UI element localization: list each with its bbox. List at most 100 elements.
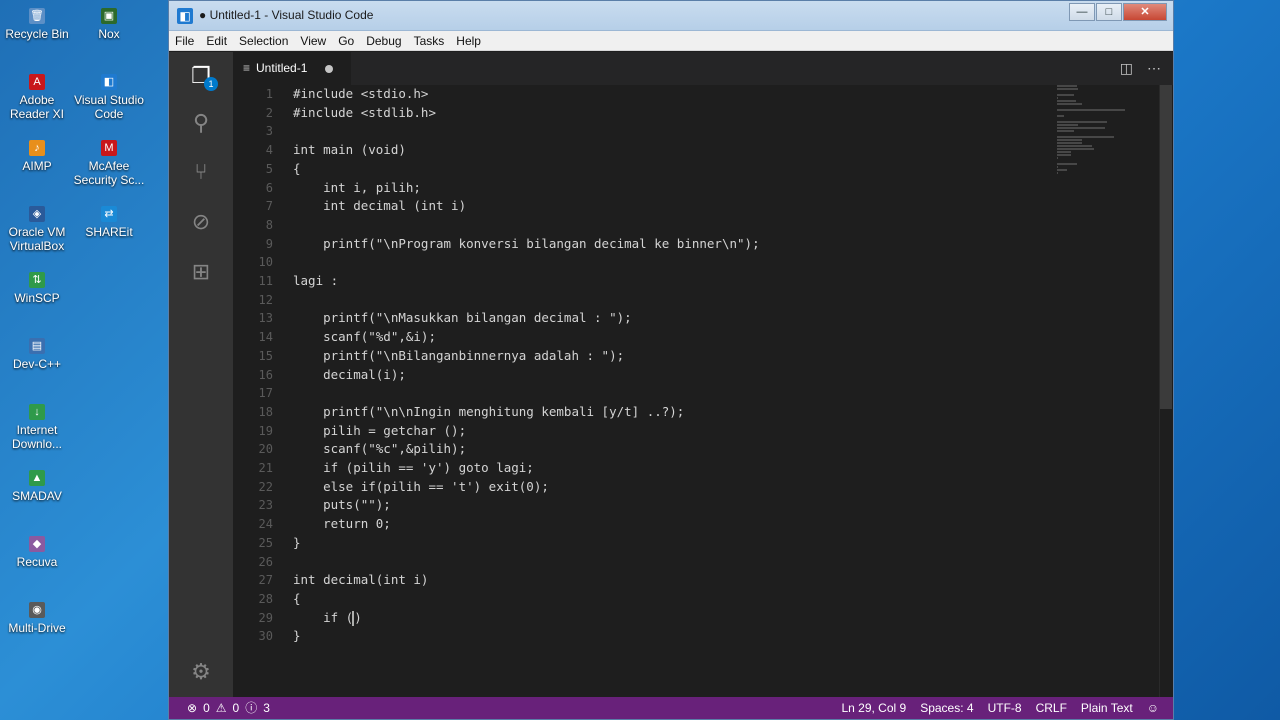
line-number: 3: [265, 124, 273, 139]
desktop-icon-nox[interactable]: ▣ Nox: [72, 8, 146, 41]
more-actions-icon[interactable]: ⋯: [1147, 60, 1161, 77]
indentation[interactable]: Spaces: 4: [920, 697, 973, 719]
cursor-position[interactable]: Ln 29, Col 9: [841, 697, 906, 719]
code-line[interactable]: 13 printf("\nMasukkan bilangan decimal :…: [233, 309, 1173, 328]
code-line[interactable]: 5{: [233, 160, 1173, 179]
desktop-icon-virtualbox[interactable]: ◈ Oracle VM VirtualBox: [0, 206, 74, 253]
menu-selection[interactable]: Selection: [233, 34, 294, 48]
code-line[interactable]: 8: [233, 216, 1173, 235]
menu-help[interactable]: Help: [450, 34, 487, 48]
menu-tasks[interactable]: Tasks: [408, 34, 451, 48]
code-line[interactable]: 27 int decimal(int i): [233, 571, 1173, 590]
code-line[interactable]: 23 puts("");: [233, 496, 1173, 515]
source-control-icon[interactable]: ⑂: [187, 158, 215, 186]
desktop-icon-label: Nox: [98, 27, 120, 41]
status-right: Ln 29, Col 9 Spaces: 4 UTF-8 CRLF Plain …: [827, 697, 1159, 719]
code-line[interactable]: 22 else if(pilih == 't') exit(0);: [233, 478, 1173, 497]
maximize-button[interactable]: □: [1096, 3, 1122, 21]
menu-debug[interactable]: Debug: [360, 34, 407, 48]
desktop-icon-label: Internet Downlo...: [11, 423, 63, 451]
line-number: 23: [258, 498, 273, 513]
desktop-icon-label: Multi-Drive: [8, 621, 66, 635]
explorer-badge: 1: [204, 77, 218, 91]
code-line[interactable]: 7 int decimal (int i): [233, 197, 1173, 216]
code-line[interactable]: 26: [233, 553, 1173, 572]
code-text: pilih = getchar ();: [293, 422, 467, 438]
code-line[interactable]: 2 #include <stdlib.h>: [233, 104, 1173, 123]
search-icon[interactable]: ⚲: [187, 109, 215, 137]
close-button[interactable]: ✕: [1123, 3, 1167, 21]
desktop-icon-label: Recycle Bin: [5, 27, 69, 41]
code-line[interactable]: 24 return 0;: [233, 515, 1173, 534]
code-line[interactable]: 20 scanf("%c",&pilih);: [233, 440, 1173, 459]
desktop-icon-aimp[interactable]: ♪ AIMP: [0, 140, 74, 173]
desktop-icon-mcafee[interactable]: M McAfee Security Sc...: [72, 140, 146, 187]
code-text: return 0;: [293, 516, 391, 532]
code-line[interactable]: 17: [233, 384, 1173, 403]
code-line[interactable]: 29 if (): [233, 609, 1173, 628]
line-number: 21: [258, 461, 273, 475]
menu-file[interactable]: File: [169, 34, 200, 48]
unsaved-dot-icon[interactable]: [325, 65, 333, 73]
code-line[interactable]: 28 {: [233, 590, 1173, 609]
code-line[interactable]: 30}: [233, 627, 1173, 646]
menu-go[interactable]: Go: [332, 34, 360, 48]
window-controls: — □ ✕: [1068, 3, 1167, 21]
code-text: }: [293, 628, 301, 644]
code-line[interactable]: 25}: [233, 534, 1173, 553]
desktop-icon-smadav[interactable]: ▲ SMADAV: [0, 470, 74, 503]
code-line[interactable]: 19 pilih = getchar ();: [233, 422, 1173, 441]
line-ending[interactable]: CRLF: [1036, 697, 1067, 719]
tab-untitled-1[interactable]: ≡ Untitled-1: [233, 52, 351, 85]
desktop-icon-label: Recuva: [16, 555, 58, 569]
desktop-icon-label: Oracle VM VirtualBox: [8, 225, 66, 253]
code-line[interactable]: 3: [233, 122, 1173, 141]
feedback-icon[interactable]: ☺: [1147, 697, 1159, 719]
code-line[interactable]: 18 printf("\n\nIngin menghitung kembali …: [233, 403, 1173, 422]
desktop-icon-vscode[interactable]: ◧ Visual Studio Code: [72, 74, 146, 121]
extensions-icon[interactable]: ⊞: [187, 258, 215, 286]
desktop-icon-recycle-bin[interactable]: 🗑 Recycle Bin: [0, 8, 74, 41]
code-text: if (): [293, 609, 362, 626]
line-number: 16: [258, 367, 273, 382]
code-line[interactable]: 21 if (pilih == 'y') goto lagi;: [233, 459, 1173, 478]
desktop-icon-shareit[interactable]: ⇄ SHAREit: [72, 206, 146, 239]
split-editor-icon[interactable]: ◫: [1120, 60, 1133, 77]
problems-summary[interactable]: ⊗ 0 ⚠ 0 ⓘ 3: [187, 697, 276, 719]
menu-edit[interactable]: Edit: [200, 34, 233, 48]
code-editor[interactable]: 1 #include <stdio.h> 2 #include <stdlib.h> 3…: [233, 85, 1173, 697]
desktop-icon-multi-drive[interactable]: ◉ Multi-Drive: [0, 602, 74, 635]
line-number: 24: [258, 517, 273, 532]
warning-icon: ⚠: [215, 701, 227, 715]
title-bar[interactable]: ◧ ● Untitled-1 - Visual Studio Code — □ …: [169, 1, 1173, 31]
code-line[interactable]: 6 int i, pilih;: [233, 179, 1173, 198]
desktop-icon-adobe-reader[interactable]: A Adobe Reader XI: [0, 74, 74, 121]
desktop-icon-devcpp[interactable]: ▤ Dev-C++: [0, 338, 74, 371]
vscode-icon: ◧: [101, 74, 117, 90]
code-text: #include <stdlib.h>: [293, 104, 436, 120]
settings-gear-icon[interactable]: ⚙: [187, 658, 215, 686]
line-number: 11: [258, 274, 273, 288]
code-line[interactable]: 9 printf("\nProgram konversi bilangan de…: [233, 235, 1173, 254]
desktop-icon-winscp[interactable]: ⇅ WinSCP: [0, 272, 74, 305]
code-line[interactable]: 4 int main (void): [233, 141, 1173, 160]
code-line[interactable]: 1 #include <stdio.h>: [233, 85, 1173, 104]
code-line[interactable]: 15 printf("\nBilanganbinnernya adalah : …: [233, 347, 1173, 366]
desktop-icon-idm[interactable]: ↓ Internet Downlo...: [0, 404, 74, 451]
debug-icon[interactable]: ⊘: [187, 208, 215, 236]
line-number: 28: [258, 591, 273, 606]
code-line[interactable]: 10: [233, 253, 1173, 272]
minimize-button[interactable]: —: [1069, 3, 1095, 21]
code-line[interactable]: 16 decimal(i);: [233, 366, 1173, 385]
code-line[interactable]: 12: [233, 291, 1173, 310]
devcpp-icon: ▤: [29, 338, 45, 354]
code-line[interactable]: 11 lagi :: [233, 272, 1173, 291]
desktop-icon-label: SHAREit: [85, 225, 133, 239]
menu-view[interactable]: View: [294, 34, 332, 48]
code-text: printf("\nProgram konversi bilangan deci…: [293, 235, 760, 251]
desktop-icon-recuva[interactable]: ◆ Recuva: [0, 536, 74, 569]
code-line[interactable]: 14 scanf("%d",&i);: [233, 328, 1173, 347]
encoding[interactable]: UTF-8: [988, 697, 1022, 719]
shareit-icon: ⇄: [101, 206, 117, 222]
language-mode[interactable]: Plain Text: [1081, 697, 1133, 719]
